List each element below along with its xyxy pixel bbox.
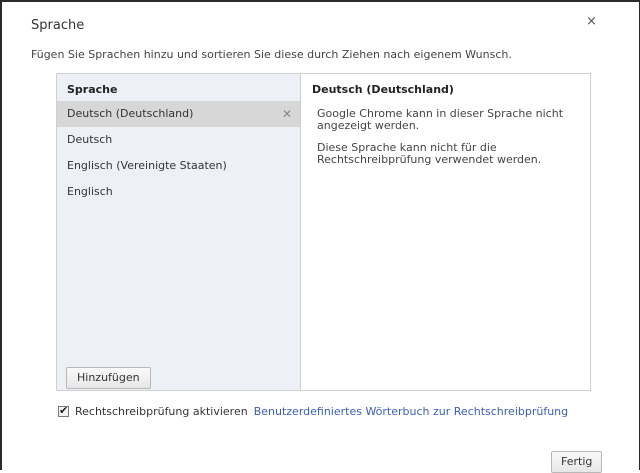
window-frame-top (0, 0, 640, 2)
language-list-header: Sprache (67, 83, 118, 96)
language-item-englisch-us[interactable]: Englisch (Vereinigte Staaten) (57, 153, 300, 179)
language-panel: Sprache Deutsch (Deutschland) ✕ Deutsch … (56, 73, 591, 391)
language-details-pane: Deutsch (Deutschland) Google Chrome kann… (301, 74, 590, 390)
language-item-englisch[interactable]: Englisch (57, 179, 300, 205)
language-item-label: Englisch (67, 185, 113, 198)
spellcheck-checkbox[interactable] (58, 404, 69, 417)
language-item-label: Deutsch (Deutschland) (67, 107, 194, 120)
language-list: Deutsch (Deutschland) ✕ Deutsch Englisch… (57, 101, 300, 205)
close-icon[interactable]: × (586, 14, 597, 29)
spellcheck-label: Rechtschreibprüfung aktivieren (75, 405, 248, 418)
language-item-deutsch[interactable]: Deutsch (57, 127, 300, 153)
remove-icon[interactable]: ✕ (282, 101, 292, 127)
language-list-pane: Sprache Deutsch (Deutschland) ✕ Deutsch … (57, 74, 301, 390)
window-frame-left (0, 0, 2, 470)
details-header: Deutsch (Deutschland) (312, 83, 454, 96)
spellcheck-language-info: Diese Sprache kann nicht für die Rechtsc… (317, 141, 542, 166)
display-language-info: Google Chrome kann in dieser Sprache nic… (317, 107, 564, 132)
dialog-title: Sprache (31, 18, 85, 33)
custom-dictionary-link[interactable]: Benutzerdefiniertes Wörterbuch zur Recht… (254, 405, 568, 418)
spellcheck-row: Rechtschreibprüfung aktivieren Benutzerd… (58, 404, 568, 418)
language-item-label: Deutsch (67, 133, 113, 146)
language-item-deutsch-deutschland[interactable]: Deutsch (Deutschland) ✕ (57, 101, 300, 127)
add-language-button[interactable]: Hinzufügen (66, 367, 151, 389)
dialog-description: Fügen Sie Sprachen hinzu und sortieren S… (31, 48, 512, 61)
language-item-label: Englisch (Vereinigte Staaten) (67, 159, 227, 172)
